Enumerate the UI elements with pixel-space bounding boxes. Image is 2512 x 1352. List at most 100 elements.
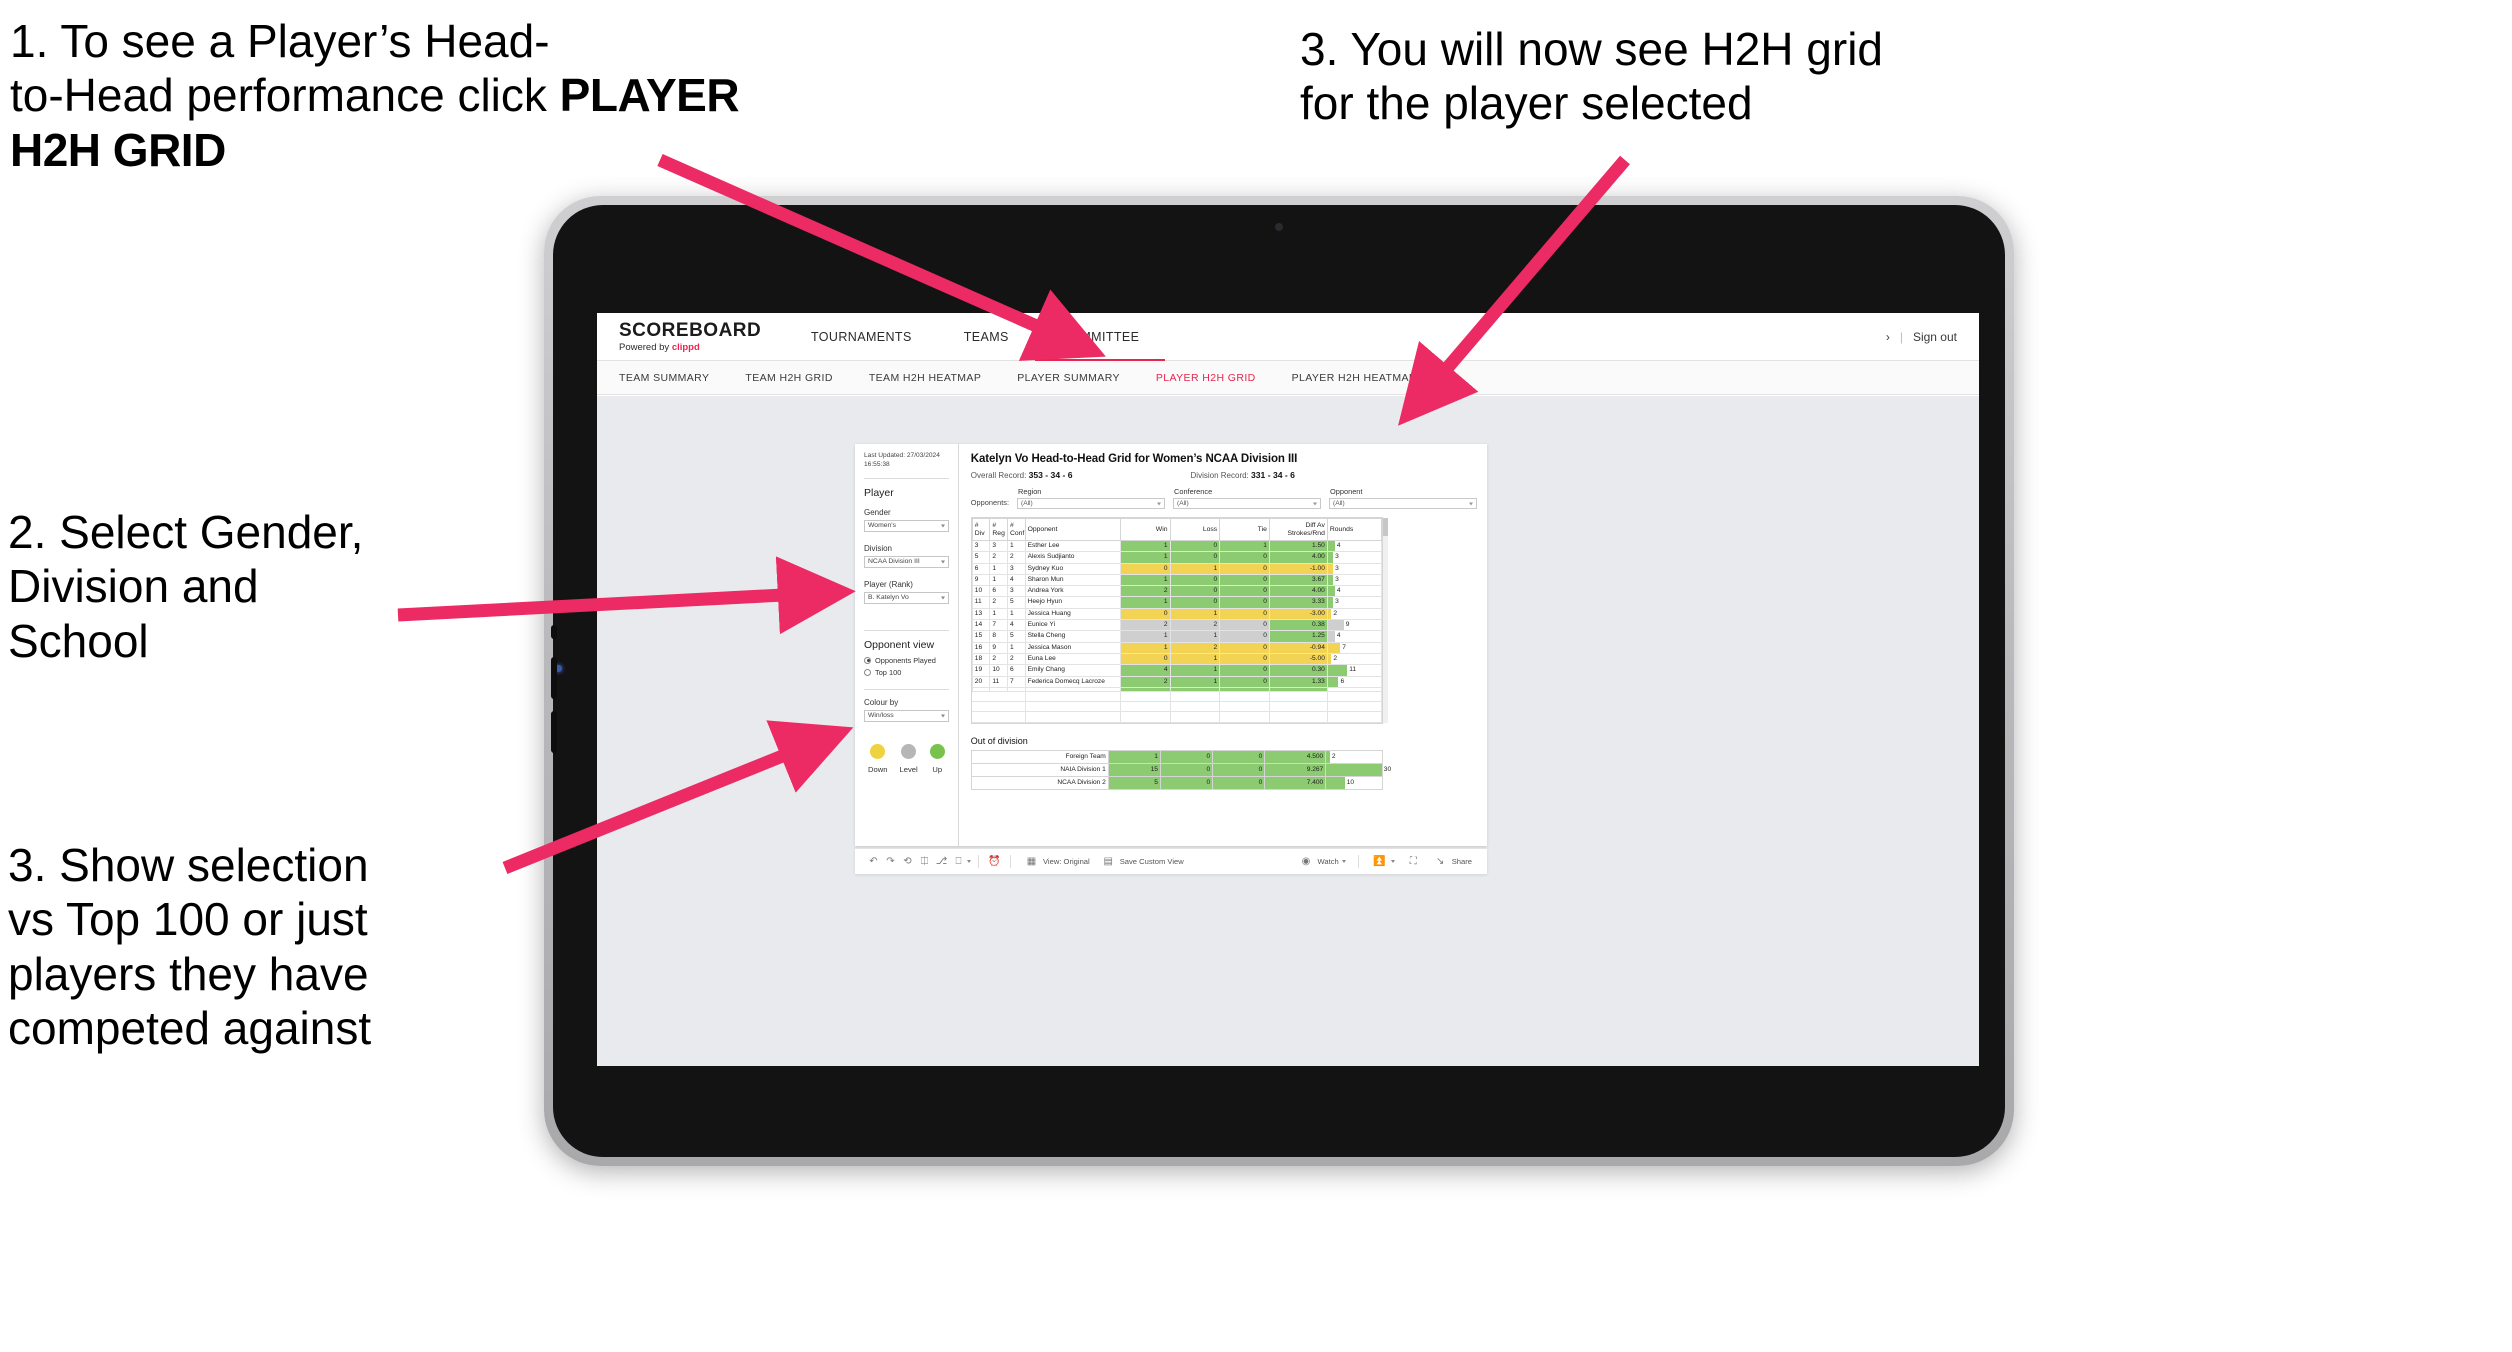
tab-team-summary[interactable]: TEAM SUMMARY bbox=[619, 372, 709, 384]
table-cell-rounds: 2 bbox=[1325, 749, 1383, 764]
table-row[interactable]: 13 1 1 Jessica Huang 0 1 0 -3.00 2 bbox=[971, 607, 1382, 621]
grid-scrollbar-thumb[interactable] bbox=[1382, 518, 1388, 536]
table-row[interactable]: 15 8 5 Stella Cheng 1 1 0 1.25 4 bbox=[971, 630, 1382, 643]
clock-icon[interactable]: ⏰ bbox=[986, 853, 1003, 870]
chevron-down-icon bbox=[1469, 502, 1473, 505]
tab-player-h2h-heatmap[interactable]: PLAYER H2H HEATMAP bbox=[1292, 372, 1417, 384]
table-cell: 16 bbox=[971, 641, 991, 654]
out-of-division-table: Foreign Team 1 0 0 4.500 2 NAIA Division 1 15 0 0… bbox=[970, 749, 1391, 790]
table-row-empty bbox=[972, 690, 1382, 703]
out-of-division-row[interactable]: Foreign Team 1 0 0 4.500 2 bbox=[970, 749, 1383, 764]
col-rounds[interactable]: Rounds bbox=[1326, 518, 1382, 541]
share-button[interactable]: ↘ Share bbox=[1427, 853, 1477, 870]
tab-player-h2h-grid[interactable]: PLAYER H2H GRID bbox=[1156, 372, 1256, 384]
player-rank-select[interactable]: B. Katelyn Vo bbox=[864, 591, 949, 604]
app-logo[interactable]: SCOREBOARD Powered by clippd bbox=[619, 321, 761, 353]
table-cell: 1 bbox=[1169, 607, 1221, 621]
share-icon: ↘ bbox=[1436, 856, 1445, 867]
division-select[interactable]: NCAA Division III bbox=[864, 555, 949, 568]
table-row[interactable]: 10 6 3 Andrea York 2 0 0 4.00 4 bbox=[971, 585, 1382, 598]
pause-icon[interactable]: ⎇ bbox=[933, 853, 950, 870]
device-button-top[interactable] bbox=[551, 625, 557, 639]
table-row[interactable]: 18 2 2 Euna Lee 0 1 0 -5.00 2 bbox=[971, 652, 1382, 666]
table-cell: 4 bbox=[1006, 573, 1026, 587]
out-of-division-row[interactable]: NCAA Division 2 5 0 0 7.400 10 bbox=[970, 775, 1383, 790]
filter-opponent-select[interactable]: (All) bbox=[1329, 498, 1477, 509]
filter-conference-select[interactable]: (All) bbox=[1173, 498, 1321, 509]
col-tie[interactable]: Tie bbox=[1219, 518, 1270, 541]
col-diff-av-strokes[interactable]: Diff Av Strokes/Rnd bbox=[1268, 518, 1328, 541]
col-div[interactable]: # Div bbox=[971, 518, 991, 541]
gender-select[interactable]: Women's bbox=[864, 519, 949, 532]
nav-item-committee[interactable]: COMMITTEE bbox=[1034, 313, 1166, 361]
fullscreen-button[interactable]: ⛶ bbox=[1400, 853, 1427, 870]
table-cell: 0 bbox=[1119, 652, 1171, 666]
app-screen: SCOREBOARD Powered by clippd TOURNAMENTS… bbox=[597, 313, 1979, 1066]
save-custom-view-button[interactable]: ▤ Save Custom View bbox=[1095, 853, 1189, 870]
tab-team-h2h-grid[interactable]: TEAM H2H GRID bbox=[745, 372, 832, 384]
sign-out-link[interactable]: Sign out bbox=[1913, 330, 1957, 344]
volume-up-button[interactable] bbox=[551, 657, 557, 699]
chevron-right-icon[interactable]: › bbox=[1886, 330, 1890, 344]
table-cell: 2 bbox=[1169, 641, 1221, 654]
grid-scrollbar-track[interactable] bbox=[1382, 518, 1388, 723]
radio-top-100[interactable]: Top 100 bbox=[864, 668, 949, 677]
filter-opponent: Opponent (All) bbox=[1329, 487, 1477, 509]
save-view-icon: ▤ bbox=[1103, 856, 1113, 867]
table-cell: 11 bbox=[971, 596, 991, 609]
tab-team-h2h-heatmap[interactable]: TEAM H2H HEATMAP bbox=[869, 372, 981, 384]
table-cell: 2 bbox=[1119, 619, 1171, 632]
rounds-value: 2 bbox=[1333, 609, 1338, 617]
table-cell: 2 bbox=[989, 596, 1008, 609]
download-button[interactable]: ⏫ bbox=[1366, 853, 1400, 870]
col-loss[interactable]: Loss bbox=[1169, 518, 1221, 541]
table-cell: Euna Lee bbox=[1024, 652, 1121, 666]
watch-button[interactable]: ◉ Watch bbox=[1292, 853, 1350, 870]
radio-opponents-played[interactable]: Opponents Played bbox=[864, 656, 949, 665]
table-cell bbox=[1007, 701, 1026, 713]
table-row[interactable]: 19 10 6 Emily Chang 4 1 0 0.30 11 bbox=[971, 664, 1382, 677]
col-conf[interactable]: # Conf bbox=[1006, 518, 1026, 541]
out-of-division-row[interactable]: NAIA Division 1 15 0 0 9.267 30 bbox=[970, 762, 1391, 777]
table-row[interactable]: 14 7 4 Eunice Yi 2 2 0 0.38 9 bbox=[971, 619, 1382, 632]
table-cell: 7 bbox=[1006, 675, 1026, 688]
table-cell: 0 bbox=[1159, 762, 1214, 777]
history-icon[interactable]: ⎕ bbox=[950, 853, 967, 870]
nav-item-tournaments[interactable]: TOURNAMENTS bbox=[785, 313, 938, 361]
table-row[interactable]: 20 11 7 Federica Domecq Lacroze 2 1 0 1.33 6 bbox=[971, 675, 1382, 688]
table-cell: 3 bbox=[971, 539, 991, 553]
table-row[interactable]: 5 2 2 Alexis Sudjianto 1 0 0 4.00 3 bbox=[971, 551, 1382, 564]
table-cell bbox=[1268, 701, 1328, 713]
revert-icon[interactable]: ⟲ bbox=[899, 853, 916, 870]
annotation-step-3-left: 3. Show selection vs Top 100 or just pla… bbox=[8, 839, 372, 1054]
volume-down-button[interactable] bbox=[551, 711, 557, 753]
opponent-filters: Opponents: Region (All) Conference (All) bbox=[971, 487, 1477, 509]
table-row[interactable]: 11 2 5 Heejo Hyun 1 0 0 3.33 3 bbox=[971, 596, 1382, 609]
table-cell: 10 bbox=[971, 585, 991, 598]
table-row-empty bbox=[972, 701, 1382, 713]
table-row[interactable]: 9 1 4 Sharon Mun 1 0 0 3.67 3 bbox=[971, 573, 1382, 587]
table-cell: 1 bbox=[1119, 630, 1171, 643]
chevron-down-icon[interactable] bbox=[967, 860, 971, 863]
colour-by-select[interactable]: Win/loss bbox=[864, 709, 949, 722]
table-row[interactable]: 3 3 1 Esther Lee 1 0 1 1.50 4 bbox=[971, 539, 1382, 553]
table-row[interactable]: 16 9 1 Jessica Mason 1 2 0 -0.94 7 bbox=[971, 641, 1382, 654]
view-original-button[interactable]: ▦ View: Original bbox=[1018, 853, 1095, 870]
filter-region-select[interactable]: (All) bbox=[1017, 498, 1165, 509]
col-opponent[interactable]: Opponent bbox=[1024, 518, 1121, 541]
tab-player-summary[interactable]: PLAYER SUMMARY bbox=[1017, 372, 1120, 384]
table-cell: 7 bbox=[989, 619, 1008, 632]
tablet-screen-bezel: SCOREBOARD Powered by clippd TOURNAMENTS… bbox=[551, 205, 2005, 1157]
table-cell: NCAA Division 2 bbox=[970, 775, 1109, 790]
table-cell-diff: 1.50 bbox=[1268, 539, 1328, 553]
refresh-icon[interactable]: ⎅ bbox=[916, 853, 933, 870]
redo-icon[interactable]: ↷ bbox=[882, 853, 899, 870]
nav-item-teams[interactable]: TEAMS bbox=[938, 313, 1035, 361]
table-row[interactable]: 6 1 3 Sydney Kuo 0 1 0 -1.00 3 bbox=[971, 562, 1382, 575]
col-reg[interactable]: # Reg bbox=[989, 518, 1008, 541]
table-cell: 1 bbox=[1119, 539, 1171, 553]
table-cell: 14 bbox=[971, 619, 991, 632]
col-win[interactable]: Win bbox=[1119, 518, 1171, 541]
out-of-division-title: Out of division bbox=[970, 735, 1028, 746]
undo-icon[interactable]: ↶ bbox=[865, 853, 882, 870]
